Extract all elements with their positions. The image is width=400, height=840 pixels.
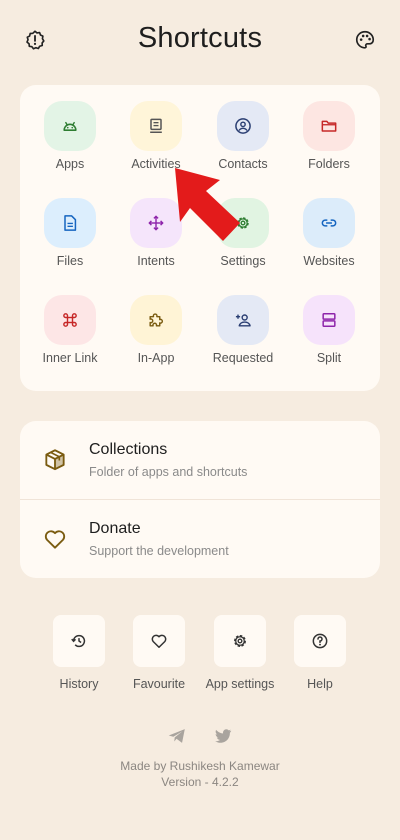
tile-requested-label: Requested <box>212 351 274 365</box>
android-icon <box>63 121 77 131</box>
telegram-icon[interactable] <box>166 725 188 747</box>
box-icon <box>45 449 65 471</box>
collections-subtitle: Folder of apps and shortcuts <box>89 465 248 479</box>
tile-apps[interactable]: Apps <box>27 85 113 171</box>
app-settings-button-box <box>214 615 266 667</box>
help-button[interactable]: Help <box>280 615 360 695</box>
tile-split-label: Split <box>316 351 342 365</box>
tile-files[interactable]: Files <box>27 182 113 268</box>
twitter-icon[interactable] <box>212 725 234 747</box>
donate-row[interactable]: Donate Support the development <box>20 500 380 578</box>
tile-settings-label: Settings <box>220 254 266 268</box>
donate-title: Donate <box>89 520 141 537</box>
favourite-button-box <box>133 615 185 667</box>
tile-requested-bubble <box>217 295 269 345</box>
list-icon <box>150 118 162 133</box>
account-icon <box>235 118 251 134</box>
tile-activities-bubble <box>130 101 182 151</box>
collections-donate-card: Collections Folder of apps and shortcuts… <box>20 421 380 578</box>
history-label: History <box>59 677 99 691</box>
annotation-arrow <box>175 168 240 241</box>
tile-files-label: Files <box>56 254 84 268</box>
version-text: Version - 4.2.2 <box>161 775 239 789</box>
tile-inner-link[interactable]: Inner Link <box>27 279 113 365</box>
tile-contacts[interactable]: Contacts <box>200 85 286 171</box>
history-icon <box>71 634 86 648</box>
link-icon <box>321 219 337 227</box>
history-button-box <box>53 615 105 667</box>
tile-websites-bubble <box>303 198 355 248</box>
app-settings-label: App settings <box>205 677 275 691</box>
page-title: Shortcuts <box>137 22 263 54</box>
tile-websites-label: Websites <box>303 254 355 268</box>
tile-folders-bubble <box>303 101 355 151</box>
donate-subtitle: Support the development <box>89 544 229 558</box>
tile-intents-label: Intents <box>137 254 175 268</box>
tile-split-bubble <box>303 295 355 345</box>
gear-icon <box>234 635 246 647</box>
help-label: Help <box>307 677 333 691</box>
tile-inner-link-label: Inner Link <box>42 351 98 365</box>
tile-activities[interactable]: Activities <box>113 85 199 171</box>
collections-title: Collections <box>89 441 168 458</box>
tile-in-app-bubble <box>130 295 182 345</box>
split-icon <box>322 313 336 327</box>
heart-icon <box>44 530 66 549</box>
help-button-box <box>294 615 346 667</box>
made-by-text: Made by Rushikesh Kamewar <box>120 759 280 773</box>
tile-inner-link-bubble <box>44 295 96 345</box>
tile-requested[interactable]: Requested <box>200 279 286 365</box>
tile-folders[interactable]: Folders <box>286 85 372 171</box>
tile-websites[interactable]: Websites <box>286 182 372 268</box>
command-icon <box>63 313 77 327</box>
tile-contacts-bubble <box>217 101 269 151</box>
heart-icon <box>151 634 167 648</box>
palette-icon[interactable] <box>353 28 377 52</box>
help-icon <box>312 633 328 649</box>
tile-folders-label: Folders <box>308 157 350 171</box>
history-button[interactable]: History <box>39 615 119 695</box>
tile-apps-bubble <box>44 101 96 151</box>
favourite-button[interactable]: Favourite <box>119 615 199 695</box>
folder-icon <box>321 120 337 132</box>
file-icon <box>64 215 77 231</box>
collections-row[interactable]: Collections Folder of apps and shortcuts <box>20 421 380 500</box>
tile-files-bubble <box>44 198 96 248</box>
tile-in-app-label: In-App <box>137 351 175 365</box>
app-settings-button[interactable]: App settings <box>200 615 280 695</box>
tile-split[interactable]: Split <box>286 279 372 365</box>
puzzle-icon <box>149 313 163 327</box>
favourite-label: Favourite <box>132 677 186 691</box>
top-app-bar: Shortcuts <box>0 0 400 80</box>
tile-apps-label: Apps <box>55 157 85 171</box>
tile-in-app[interactable]: In-App <box>113 279 199 365</box>
person-add-icon <box>235 314 251 327</box>
